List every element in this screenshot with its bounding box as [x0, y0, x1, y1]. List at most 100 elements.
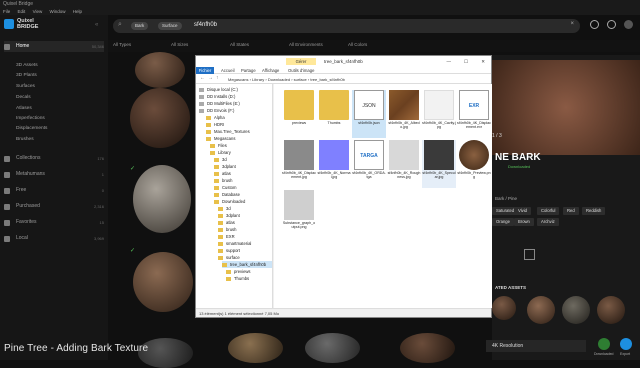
file-item-displacement-jpg[interactable]: sf4nfh0b_4K_Displacement.jpg — [282, 140, 316, 188]
tree-item[interactable]: Downloaded — [214, 198, 245, 205]
tree-item[interactable]: EXR — [218, 233, 235, 240]
filter-sizes[interactable]: All Sizes — [171, 42, 188, 47]
file-item-cavity[interactable]: sf4nfh0b_4K_Cavity.jpg — [422, 90, 456, 138]
tree-item[interactable]: 3d — [218, 205, 231, 212]
filter-environments[interactable]: All Environments — [289, 42, 323, 47]
tree-item[interactable]: Megascans — [206, 135, 235, 142]
sidebar-item-purchased[interactable]: Purchased 2,316 — [4, 201, 104, 212]
tree-item[interactable]: smartmaterial — [218, 240, 251, 247]
tree-item[interactable]: support — [218, 247, 240, 254]
avatar[interactable] — [624, 20, 633, 29]
asset-thumbnail[interactable] — [400, 333, 455, 363]
tag-red[interactable]: Red — [563, 207, 579, 215]
search-input[interactable]: sf4nfh0b — [194, 22, 217, 28]
tag-brown[interactable]: Brown — [514, 218, 534, 226]
asset-thumbnail[interactable] — [133, 252, 193, 312]
download-icon[interactable] — [590, 20, 599, 29]
back-icon[interactable]: ← — [200, 75, 205, 81]
tree-item-selected[interactable]: tree_bark_sf4nfh0b — [222, 261, 272, 268]
tree-item[interactable]: Custom — [214, 184, 236, 191]
forward-icon[interactable]: → — [208, 75, 213, 81]
file-item-preview[interactable]: sf4nfh0b_Preview.png — [457, 140, 491, 188]
tree-item[interactable]: Alpha — [206, 114, 225, 121]
collapse-sidebar-icon[interactable]: « — [95, 22, 98, 28]
menu-view[interactable]: View — [33, 9, 43, 14]
file-item-thumbs[interactable]: Thumbs — [317, 90, 351, 138]
tree-item[interactable]: Files — [210, 142, 227, 149]
tree-item[interactable]: atlas — [218, 219, 235, 226]
minimize-icon[interactable]: — — [447, 56, 452, 67]
related-asset-thumbnail[interactable] — [562, 296, 590, 324]
asset-thumbnail[interactable] — [228, 333, 283, 363]
view-mode-icon[interactable] — [524, 249, 535, 260]
tab-fichier[interactable]: Fichier — [196, 67, 214, 74]
file-item-roughness[interactable]: sf4nfh0b_4K_Roughness.jpg — [387, 140, 421, 188]
related-asset-thumbnail[interactable] — [597, 296, 625, 324]
filter-types[interactable]: All Types — [113, 42, 131, 47]
tree-item[interactable]: 3dplant — [218, 212, 240, 219]
sidebar-sub-3d-assets[interactable]: 3D Assets — [16, 61, 38, 70]
tag-archviz[interactable]: Archviz — [537, 218, 559, 226]
tree-item[interactable]: 3dplant — [214, 163, 236, 170]
clear-search-icon[interactable]: × — [570, 21, 574, 27]
sidebar-item-metahumans[interactable]: Metahumans 1 — [4, 169, 104, 180]
file-item-displacement-exr[interactable]: EXR sf4nfh0b_4K_Displacement.exr — [457, 90, 491, 138]
tree-item[interactable]: Max.Tree_Textures — [206, 128, 250, 135]
filter-chip-surface[interactable]: Surface — [158, 22, 182, 30]
menu-edit[interactable]: Edit — [18, 9, 26, 14]
sidebar-sub-3d-plants[interactable]: 3D Plants — [16, 71, 37, 80]
search-bar[interactable]: ⌕ Bark Surface sf4nfh0b × — [113, 19, 580, 33]
tree-item[interactable]: 3d — [214, 156, 227, 163]
menu-help[interactable]: Help — [73, 9, 82, 14]
close-icon[interactable]: ✕ — [481, 56, 485, 67]
file-item-albedo[interactable]: sf4nfh0b_4K_Albedo.jpg — [387, 90, 421, 138]
tree-item[interactable]: surface — [218, 254, 240, 261]
account-icon[interactable] — [607, 20, 616, 29]
filter-states[interactable]: All States — [230, 42, 249, 47]
tree-item[interactable]: HDRI — [206, 121, 224, 128]
related-asset-thumbnail[interactable] — [492, 296, 516, 320]
sidebar-item-free[interactable]: Free 0 — [4, 185, 104, 196]
menu-window[interactable]: Window — [50, 9, 66, 14]
tree-item[interactable]: brush — [218, 226, 236, 233]
asset-thumbnail[interactable] — [305, 333, 360, 363]
file-item-normal[interactable]: sf4nfh0b_4K_Normal.jpg — [317, 140, 351, 188]
asset-thumbnail[interactable] — [130, 88, 190, 148]
sidebar-sub-displacements[interactable]: Displacements — [16, 124, 47, 133]
tree-item[interactable]: Thumbs — [226, 275, 249, 282]
tree-item[interactable]: brush — [214, 177, 232, 184]
filter-chip-bark[interactable]: Bark — [131, 22, 149, 30]
sidebar-sub-imperfections[interactable]: Imperfections — [16, 114, 45, 123]
tab-outils-image[interactable]: Outils d'image — [288, 67, 314, 74]
sidebar-sub-surfaces[interactable]: Surfaces — [16, 82, 35, 91]
tag-orange[interactable]: Orange — [492, 218, 514, 226]
tree-item[interactable]: DD MultiFiles (E:) — [199, 100, 240, 107]
address-bar[interactable]: ← → ↑ Megascans › Library › Downloaded ›… — [196, 74, 491, 84]
tree-item[interactable]: atlas — [214, 170, 231, 177]
tab-affichage[interactable]: Affichage — [262, 67, 279, 74]
tree-item[interactable]: Library — [210, 149, 231, 156]
asset-preview-image[interactable] — [492, 60, 640, 155]
menu-file[interactable]: File — [3, 9, 10, 14]
tree-item[interactable]: DD Installs (D:) — [199, 93, 235, 100]
sidebar-item-local[interactable]: Local 3,969 — [4, 233, 104, 244]
resolution-select[interactable]: 4K Resolution — [486, 340, 586, 352]
tab-partage[interactable]: Partage — [241, 67, 256, 74]
related-asset-thumbnail[interactable] — [527, 296, 555, 324]
file-item-specular[interactable]: sf4nfh0b_4K_Specular.jpg — [422, 140, 456, 188]
tag-colorful[interactable]: Colorful — [537, 207, 560, 215]
maximize-icon[interactable]: ☐ — [464, 56, 468, 67]
tree-item[interactable]: previews — [226, 268, 251, 275]
sidebar-sub-atlases[interactable]: Atlases — [16, 104, 32, 113]
sidebar-sub-decals[interactable]: Decals — [16, 93, 31, 102]
sidebar-item-collections[interactable]: Collections 176 — [4, 153, 104, 164]
tree-item[interactable]: DD Envois (F:) — [199, 107, 234, 114]
sidebar-sub-brushes[interactable]: Brushes — [16, 135, 34, 144]
tab-accueil[interactable]: Accueil — [221, 67, 235, 74]
asset-thumbnail[interactable] — [133, 165, 191, 233]
tag-reddish[interactable]: Reddish — [582, 207, 606, 215]
file-item-json[interactable]: JSON sf4nfh0b.json — [352, 90, 386, 138]
file-item-orda[interactable]: TARGA sf4nfh0b_4K_ORDA.tga — [352, 140, 386, 188]
sidebar-item-home[interactable]: Home 50,346 — [4, 41, 104, 52]
tree-item[interactable]: Database — [214, 191, 240, 198]
